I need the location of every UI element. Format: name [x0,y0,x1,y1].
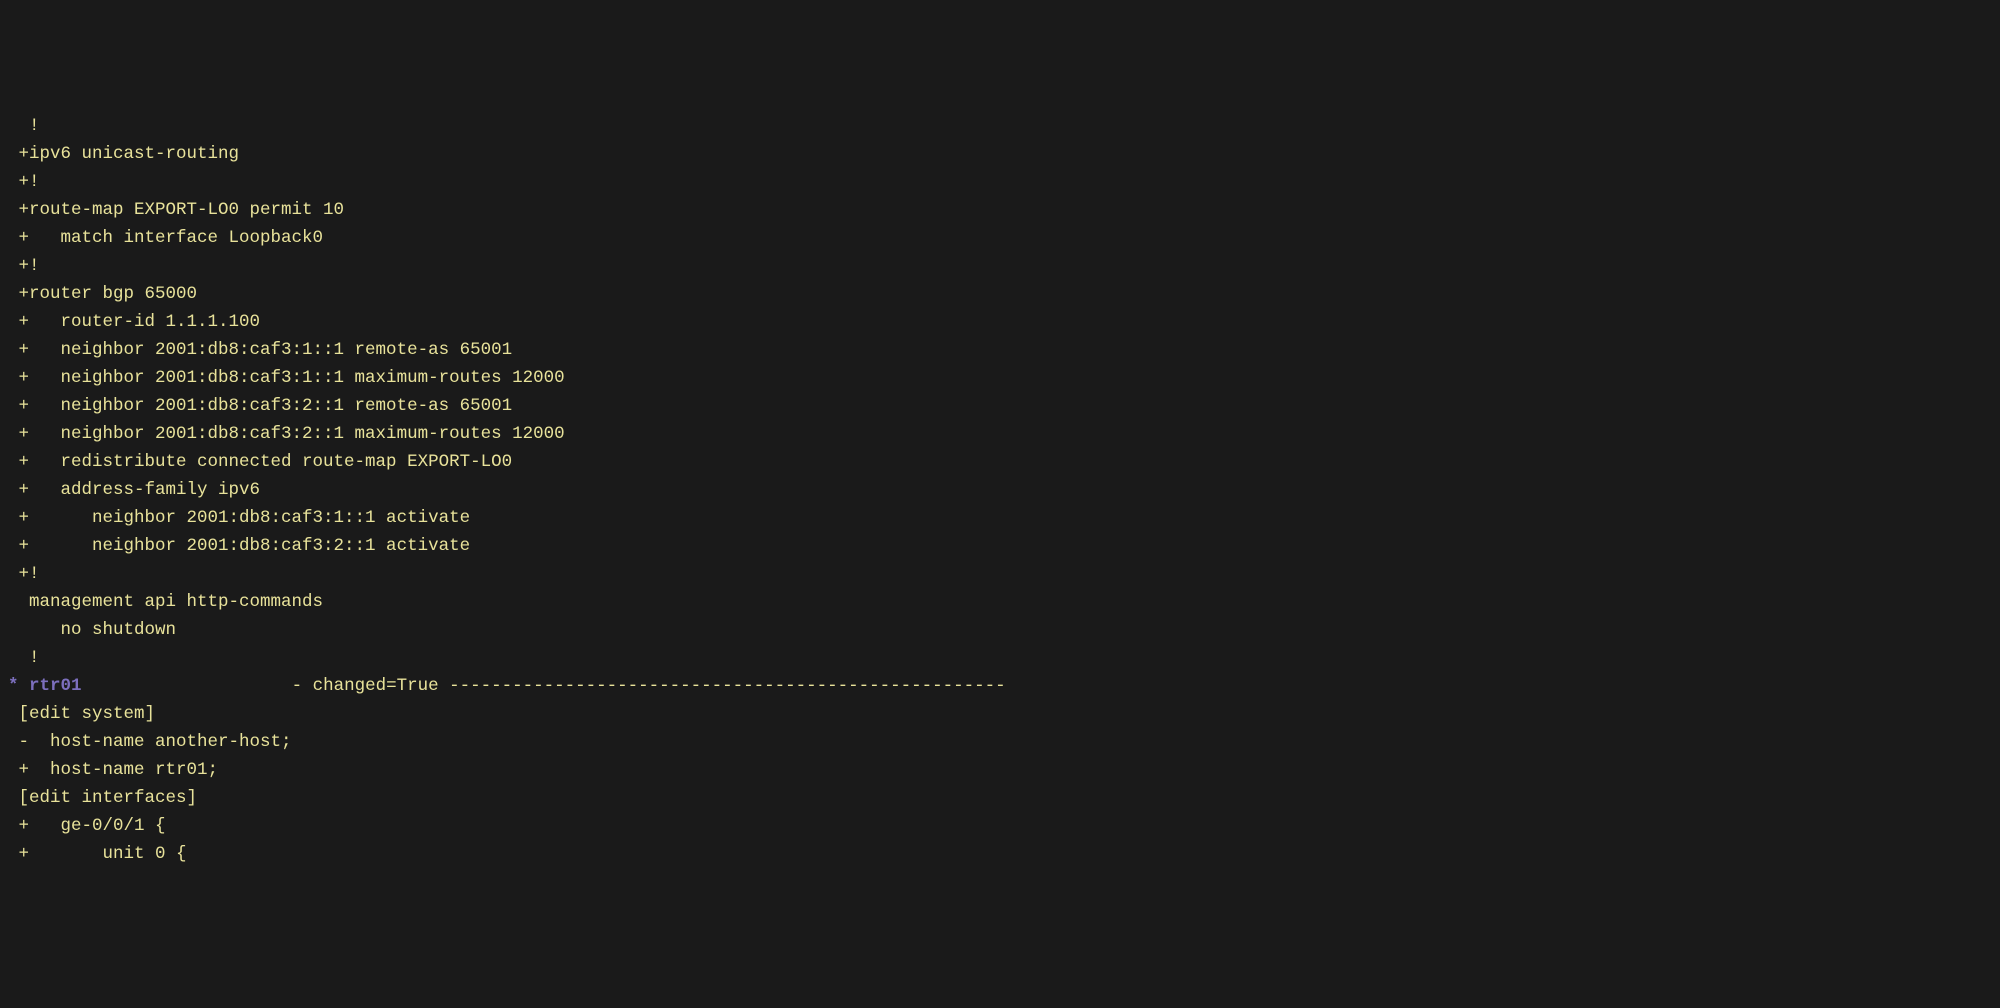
terminal-text-segment: + neighbor 2001:db8:caf3:2::1 remote-as … [8,396,512,416]
terminal-line: +! [8,252,1992,280]
terminal-line: [edit system] [8,700,1992,728]
terminal-line: - host-name another-host; [8,728,1992,756]
terminal-text-segment: + router-id 1.1.1.100 [8,312,260,332]
terminal-line: + neighbor 2001:db8:caf3:2::1 remote-as … [8,392,1992,420]
terminal-text-segment: management api http-commands [8,592,323,612]
terminal-text-segment: [edit interfaces] [8,788,197,808]
terminal-line: ! [8,112,1992,140]
terminal-text-segment: + neighbor 2001:db8:caf3:1::1 activate [8,508,470,528]
terminal-text-segment: +! [8,564,40,584]
terminal-text-segment: +router bgp 65000 [8,284,197,304]
terminal-text-segment: + redistribute connected route-map EXPOR… [8,452,512,472]
terminal-output[interactable]: ! +ipv6 unicast-routing +! +route-map EX… [0,112,2000,868]
terminal-text-segment: ! [8,116,40,136]
terminal-line: + host-name rtr01; [8,756,1992,784]
terminal-text-segment: - changed=True -------------------------… [82,676,1006,696]
terminal-text-segment: +ipv6 unicast-routing [8,144,239,164]
terminal-line: + neighbor 2001:db8:caf3:2::1 maximum-ro… [8,420,1992,448]
terminal-line: * rtr01 - changed=True -----------------… [8,672,1992,700]
terminal-text-segment: + host-name rtr01; [8,760,218,780]
terminal-line: +router bgp 65000 [8,280,1992,308]
terminal-line: + neighbor 2001:db8:caf3:1::1 remote-as … [8,336,1992,364]
terminal-line: + neighbor 2001:db8:caf3:1::1 activate [8,504,1992,532]
terminal-text-segment: +route-map EXPORT-LO0 permit 10 [8,200,344,220]
terminal-line: + address-family ipv6 [8,476,1992,504]
terminal-text-segment: * [8,676,29,696]
terminal-text-segment: +! [8,172,40,192]
terminal-line: [edit interfaces] [8,784,1992,812]
terminal-text-segment: + neighbor 2001:db8:caf3:1::1 remote-as … [8,340,512,360]
terminal-text-segment: [edit system] [8,704,155,724]
terminal-text-segment: no shutdown [8,620,176,640]
terminal-text-segment: + unit 0 { [8,844,187,864]
terminal-text-segment: + address-family ipv6 [8,480,260,500]
terminal-text-segment: + ge-0/0/1 { [8,816,166,836]
terminal-line: +route-map EXPORT-LO0 permit 10 [8,196,1992,224]
terminal-line: +ipv6 unicast-routing [8,140,1992,168]
terminal-line: + router-id 1.1.1.100 [8,308,1992,336]
terminal-line: + match interface Loopback0 [8,224,1992,252]
terminal-text-segment: - host-name another-host; [8,732,292,752]
terminal-text-segment: + match interface Loopback0 [8,228,323,248]
terminal-line: +! [8,560,1992,588]
terminal-line: ! [8,644,1992,672]
terminal-text-segment: + neighbor 2001:db8:caf3:2::1 maximum-ro… [8,424,565,444]
terminal-line: + neighbor 2001:db8:caf3:1::1 maximum-ro… [8,364,1992,392]
terminal-line: + redistribute connected route-map EXPOR… [8,448,1992,476]
terminal-line: + ge-0/0/1 { [8,812,1992,840]
terminal-text-segment: + neighbor 2001:db8:caf3:1::1 maximum-ro… [8,368,565,388]
terminal-line: management api http-commands [8,588,1992,616]
terminal-line: + neighbor 2001:db8:caf3:2::1 activate [8,532,1992,560]
terminal-line: + unit 0 { [8,840,1992,868]
terminal-text-segment: rtr01 [29,676,82,696]
terminal-text-segment: +! [8,256,40,276]
terminal-line: no shutdown [8,616,1992,644]
terminal-text-segment: + neighbor 2001:db8:caf3:2::1 activate [8,536,470,556]
terminal-text-segment: ! [8,648,40,668]
terminal-line: +! [8,168,1992,196]
